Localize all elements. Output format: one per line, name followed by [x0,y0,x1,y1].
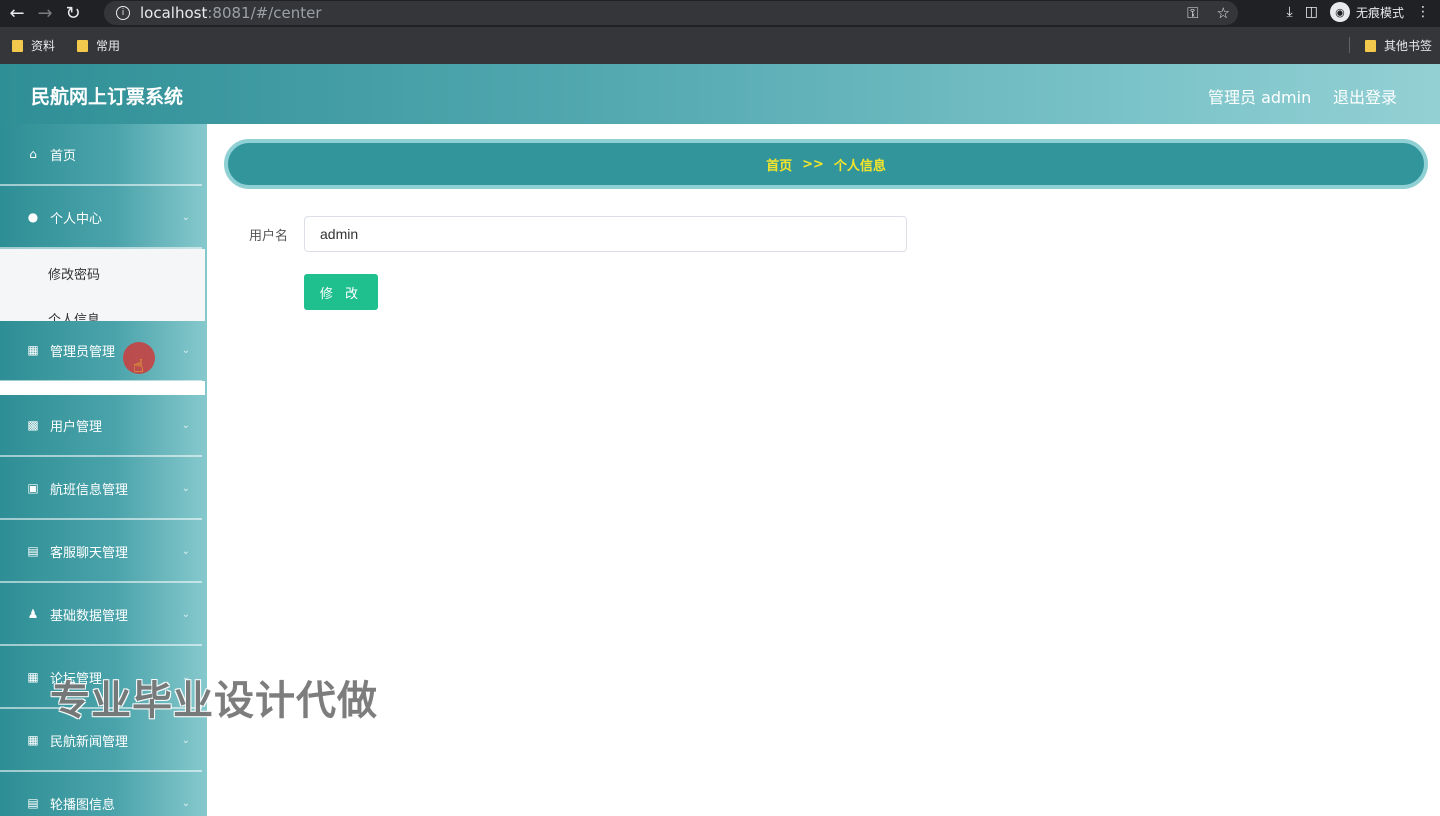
folder-icon [77,39,89,52]
sidebar-item-label: 基础数据管理 [50,608,129,624]
sidebar-item-label: 客服聊天管理 [50,545,129,561]
chevron-down-icon: ⌄ [181,211,190,223]
sidebar-item-personal-center[interactable]: ● 个人中心 ⌄ [0,187,202,249]
key-icon[interactable]: ⚿ [1187,4,1198,22]
app-title: 民航网上订票系统 [31,86,184,108]
app-header: 民航网上订票系统 管理员 admin 退出登录 [0,64,1440,124]
hand-cursor-icon: ☝ [133,356,144,377]
person-icon: ♟ [27,607,39,621]
sidebar-item-label: 民航新闻管理 [50,734,129,750]
folder-icon [12,39,23,52]
home-icon: ⌂ [29,147,37,161]
logout-link[interactable]: 退出登录 [1333,84,1397,108]
chevron-down-icon: ⌄ [181,734,190,746]
username-label: 用户名 [249,229,289,244]
chevron-down-icon: ⌄ [181,482,190,494]
breadcrumb: 首页 >> 个人信息 [224,139,1428,189]
username-input[interactable] [304,216,907,252]
sidebar-item-chat-management[interactable]: ▤ 客服聊天管理 ⌄ [0,521,202,583]
sidebar-item-home[interactable]: ⌂ 首页 [0,124,202,186]
document-icon: ▤ [27,796,39,810]
incognito-indicator[interactable]: ◉ 无痕模式 [1329,2,1404,22]
breadcrumb-current: 个人信息 [833,158,886,174]
incognito-label: 无痕模式 [1355,5,1404,20]
chevron-down-icon: ⌄ [181,797,190,809]
incognito-icon: ◉ [1329,2,1350,22]
watermark-text: 专业毕业设计代做 [50,678,378,724]
grid-icon: ▦ [27,670,39,684]
bookmarks-bar: 资料 常用 其他书签 [0,27,1440,64]
folder-icon [1364,39,1376,52]
side-panel-icon[interactable]: ◫ [1305,4,1318,20]
monitor-icon: ▣ [27,481,39,495]
sidebar-item-label: 轮播图信息 [50,797,116,813]
sidebar-item-label: 管理员管理 [50,344,116,360]
browser-toolbar: ← → ↻ i localhost:8081/#/center ⚿ ☆ ⤓ ◫ … [0,0,1440,27]
sidebar-item-user-management[interactable]: ▩ 用户管理 ⌄ [0,395,202,457]
sidebar-item-admin-management[interactable]: ▦ 管理员管理 ⌄ [0,320,202,382]
forward-icon[interactable]: → [34,3,56,25]
grid-icon: ▦ [27,733,39,747]
other-bookmarks[interactable]: 其他书签 [1364,37,1432,54]
sidebar-item-base-data-management[interactable]: ♟ 基础数据管理 ⌄ [0,584,202,646]
address-bar[interactable]: i localhost:8081/#/center ⚿ ☆ [104,1,1238,25]
breadcrumb-home[interactable]: 首页 [766,155,792,174]
sidebar-item-label: 用户管理 [50,419,103,435]
bookmark-divider [1349,37,1350,53]
other-bookmarks-label: 其他书签 [1383,39,1432,53]
sidebar-item-carousel-info[interactable]: ▤ 轮播图信息 ⌄ [0,773,202,816]
sidebar-item-flight-management[interactable]: ▣ 航班信息管理 ⌄ [0,458,202,520]
sidebar-item-label: 航班信息管理 [50,482,129,498]
chevron-down-icon: ⌄ [181,344,190,356]
chart-icon: ▩ [27,418,39,432]
bookmark-folder-1[interactable]: 常用 [77,37,120,54]
breadcrumb-separator: >> [802,156,824,172]
bookmark-folder-0[interactable]: 资料 [12,37,55,54]
submenu-item-change-password[interactable]: 修改密码 [48,264,100,283]
reload-icon[interactable]: ↻ [62,3,84,25]
submenu-collapsed-strip [0,381,205,395]
submenu-personal-center: 修改密码 个人信息 [0,249,205,321]
chat-icon: ▤ [27,544,39,558]
star-icon[interactable]: ☆ [1217,4,1230,22]
url-host: localhost [140,4,208,22]
chevron-down-icon: ⌄ [181,608,190,620]
chevron-down-icon: ⌄ [181,419,190,431]
current-user: 管理员 admin [1208,88,1312,107]
sidebar-item-label: 首页 [50,148,77,164]
grid-icon: ▦ [27,343,39,357]
bookmark-label: 资料 [31,39,56,53]
chevron-down-icon: ⌄ [181,545,190,557]
modify-button[interactable]: 修 改 [304,274,378,310]
bookmark-label: 常用 [96,39,121,53]
info-icon[interactable]: i [116,6,130,20]
sidebar-item-label: 个人中心 [50,211,103,227]
menu-icon[interactable]: ⋮ [1416,4,1430,20]
url-path: :8081/#/center [207,4,322,22]
user-icon: ● [27,210,39,224]
download-icon[interactable]: ⤓ [1287,4,1293,20]
url-text[interactable]: localhost:8081/#/center [140,4,322,22]
back-icon[interactable]: ← [6,3,28,25]
